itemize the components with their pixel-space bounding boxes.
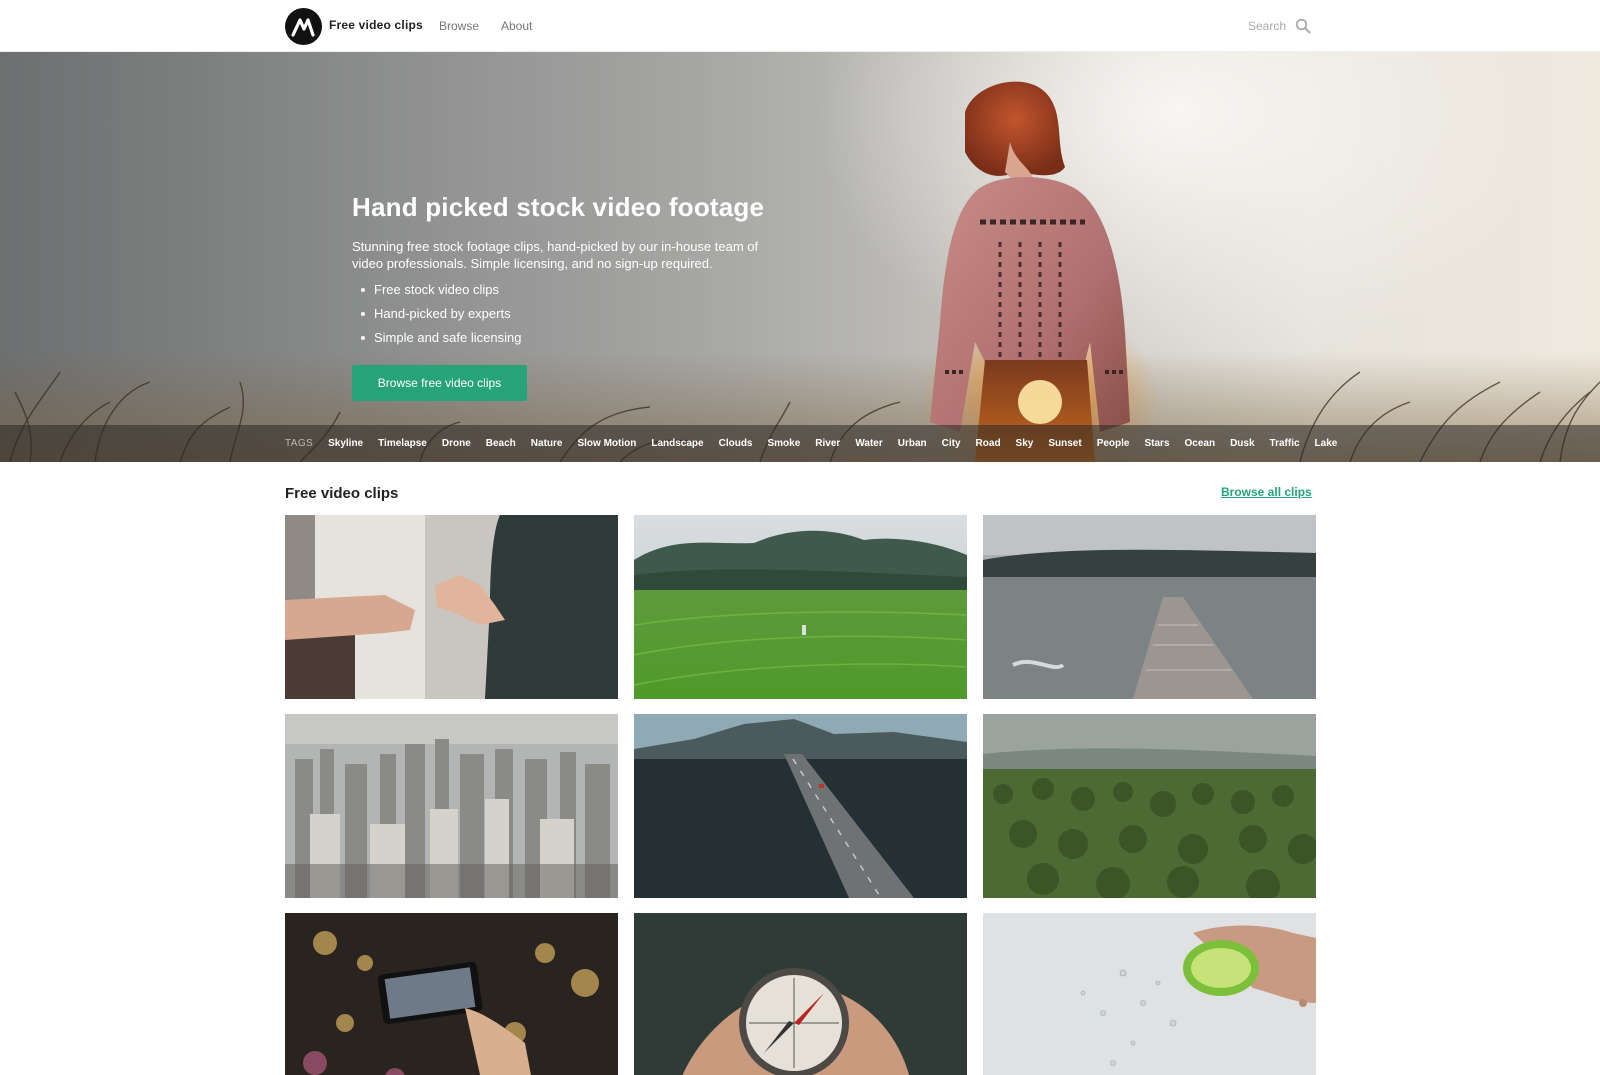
rice-field-thumbnail-image bbox=[634, 515, 967, 699]
tags-list: TAGS Skyline Timelapse Drone Beach Natur… bbox=[285, 425, 1352, 462]
tag-link[interactable]: Clouds bbox=[719, 438, 753, 449]
section-title: Free video clips bbox=[285, 485, 399, 502]
tags-label: TAGS bbox=[285, 438, 314, 449]
nav-about-link[interactable]: About bbox=[501, 19, 532, 33]
tag-link[interactable]: River bbox=[815, 438, 840, 449]
tags-bar: TAGS Skyline Timelapse Drone Beach Natur… bbox=[0, 425, 1600, 462]
hero-feature-item: Free stock video clips bbox=[360, 278, 521, 302]
road-thumbnail-image bbox=[634, 714, 967, 898]
tag-link[interactable]: Water bbox=[855, 438, 882, 449]
tag-link[interactable]: Landscape bbox=[651, 438, 703, 449]
clip-thumbnail[interactable] bbox=[983, 714, 1316, 898]
city-skyline-thumbnail-image bbox=[285, 714, 618, 898]
clip-thumbnail[interactable] bbox=[634, 913, 967, 1075]
tag-link[interactable]: City bbox=[942, 438, 961, 449]
search-input[interactable]: Search bbox=[1248, 19, 1286, 33]
lake-pier-thumbnail-image bbox=[983, 515, 1316, 699]
hero-feature-item: Hand-picked by experts bbox=[360, 302, 521, 326]
clip-thumbnail[interactable] bbox=[285, 714, 618, 898]
lime-squeeze-thumbnail-image bbox=[983, 913, 1316, 1075]
clip-thumbnail[interactable] bbox=[634, 515, 967, 699]
browse-clips-button[interactable]: Browse free video clips bbox=[352, 365, 527, 401]
fist-bump-thumbnail-image bbox=[285, 515, 618, 699]
tag-link[interactable]: Dusk bbox=[1230, 438, 1254, 449]
clip-thumbnail[interactable] bbox=[285, 913, 618, 1075]
clip-thumbnail[interactable] bbox=[634, 714, 967, 898]
tag-link[interactable]: Sky bbox=[1016, 438, 1034, 449]
tag-link[interactable]: Urban bbox=[898, 438, 927, 449]
site-header: Free video clips Browse About Search bbox=[0, 0, 1600, 52]
compass-thumbnail-image bbox=[634, 913, 967, 1075]
logo-icon[interactable] bbox=[285, 8, 322, 45]
tag-link[interactable]: Traffic bbox=[1270, 438, 1300, 449]
tag-link[interactable]: Beach bbox=[486, 438, 516, 449]
hero-feature-item: Simple and safe licensing bbox=[360, 326, 521, 350]
tag-link[interactable]: Sunset bbox=[1048, 438, 1081, 449]
tag-link[interactable]: Stars bbox=[1144, 438, 1169, 449]
tag-link[interactable]: Nature bbox=[531, 438, 563, 449]
clip-thumbnail[interactable] bbox=[285, 515, 618, 699]
tag-link[interactable]: Ocean bbox=[1185, 438, 1216, 449]
browse-all-clips-link[interactable]: Browse all clips bbox=[1221, 485, 1312, 499]
nav-browse-link[interactable]: Browse bbox=[439, 19, 479, 33]
clip-thumbnail[interactable] bbox=[983, 913, 1316, 1075]
tag-link[interactable]: Drone bbox=[442, 438, 471, 449]
hero-description: Stunning free stock footage clips, hand-… bbox=[352, 239, 759, 271]
clip-thumbnail[interactable] bbox=[983, 515, 1316, 699]
tag-link[interactable]: Smoke bbox=[768, 438, 801, 449]
tag-link[interactable]: Lake bbox=[1315, 438, 1338, 449]
clips-grid bbox=[285, 515, 1316, 1075]
tag-link[interactable]: People bbox=[1097, 438, 1130, 449]
hero-banner: Hand picked stock video footage Stunning… bbox=[0, 52, 1600, 462]
hero-title: Hand picked stock video footage bbox=[352, 192, 765, 222]
hero-feature-list: Free stock video clips Hand-picked by ex… bbox=[360, 278, 521, 350]
tag-link[interactable]: Skyline bbox=[328, 438, 363, 449]
search-icon[interactable] bbox=[1295, 18, 1311, 34]
forest-thumbnail-image bbox=[983, 714, 1316, 898]
tag-link[interactable]: Road bbox=[976, 438, 1001, 449]
brand-name[interactable]: Free video clips bbox=[329, 18, 423, 32]
tag-link[interactable]: Slow Motion bbox=[577, 438, 636, 449]
tag-link[interactable]: Timelapse bbox=[378, 438, 427, 449]
phone-night-thumbnail-image bbox=[285, 913, 618, 1075]
